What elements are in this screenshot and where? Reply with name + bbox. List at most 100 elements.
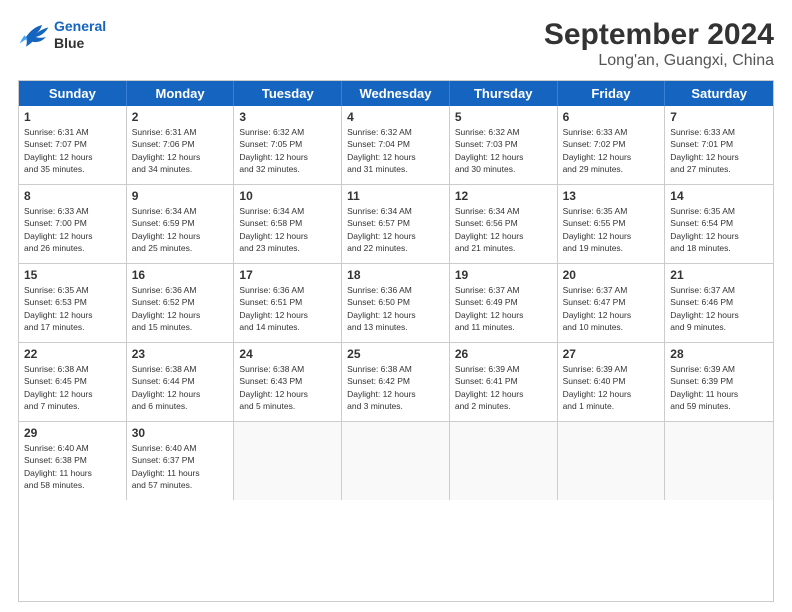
calendar-cell: 1 Sunrise: 6:31 AM Sunset: 7:07 PM Daylig… [19, 106, 127, 184]
day-info: Sunrise: 6:34 AM Sunset: 6:57 PM Dayligh… [347, 205, 444, 254]
day-info: Sunrise: 6:37 AM Sunset: 6:49 PM Dayligh… [455, 284, 552, 333]
day-info: Sunrise: 6:35 AM Sunset: 6:54 PM Dayligh… [670, 205, 768, 254]
header-day-tuesday: Tuesday [234, 81, 342, 106]
calendar-cell: 25 Sunrise: 6:38 AM Sunset: 6:42 PM Dayli… [342, 343, 450, 421]
day-info: Sunrise: 6:39 AM Sunset: 6:41 PM Dayligh… [455, 363, 552, 412]
calendar-cell: 24 Sunrise: 6:38 AM Sunset: 6:43 PM Dayli… [234, 343, 342, 421]
calendar-cell: 28Sunrise: 6:39 AM Sunset: 6:39 PM Dayli… [665, 343, 773, 421]
logo: General Blue [18, 18, 106, 52]
calendar-cell [450, 422, 558, 500]
day-number: 16 [132, 268, 229, 282]
day-info: Sunrise: 6:39 AM Sunset: 6:40 PM Dayligh… [563, 363, 660, 412]
day-number: 4 [347, 110, 444, 124]
calendar-cell: 3 Sunrise: 6:32 AM Sunset: 7:05 PM Daylig… [234, 106, 342, 184]
calendar-cell: 29 Sunrise: 6:40 AM Sunset: 6:38 PM Dayli… [19, 422, 127, 500]
day-number: 11 [347, 189, 444, 203]
calendar-subtitle: Long'an, Guangxi, China [544, 52, 774, 70]
calendar-week-4: 29 Sunrise: 6:40 AM Sunset: 6:38 PM Dayli… [19, 422, 773, 500]
calendar-cell [342, 422, 450, 500]
day-info: Sunrise: 6:33 AM Sunset: 7:02 PM Dayligh… [563, 126, 660, 175]
calendar-cell: 21 Sunrise: 6:37 AM Sunset: 6:46 PM Dayli… [665, 264, 773, 342]
calendar-cell: 13Sunrise: 6:35 AM Sunset: 6:55 PM Dayli… [558, 185, 666, 263]
calendar-cell: 20 Sunrise: 6:37 AM Sunset: 6:47 PM Dayli… [558, 264, 666, 342]
calendar-cell: 10Sunrise: 6:34 AM Sunset: 6:58 PM Dayli… [234, 185, 342, 263]
calendar-body: 1 Sunrise: 6:31 AM Sunset: 7:07 PM Daylig… [19, 106, 773, 500]
calendar-week-0: 1 Sunrise: 6:31 AM Sunset: 7:07 PM Daylig… [19, 106, 773, 185]
day-info: Sunrise: 6:32 AM Sunset: 7:04 PM Dayligh… [347, 126, 444, 175]
day-number: 9 [132, 189, 229, 203]
calendar-week-3: 22Sunrise: 6:38 AM Sunset: 6:45 PM Dayli… [19, 343, 773, 422]
day-info: Sunrise: 6:34 AM Sunset: 6:56 PM Dayligh… [455, 205, 552, 254]
day-number: 7 [670, 110, 768, 124]
logo-text: General Blue [54, 18, 106, 52]
day-info: Sunrise: 6:35 AM Sunset: 6:55 PM Dayligh… [563, 205, 660, 254]
logo-icon [18, 21, 50, 49]
header-day-sunday: Sunday [19, 81, 127, 106]
day-number: 19 [455, 268, 552, 282]
day-number: 18 [347, 268, 444, 282]
day-number: 25 [347, 347, 444, 361]
day-number: 24 [239, 347, 336, 361]
calendar-week-1: 8Sunrise: 6:33 AM Sunset: 7:00 PM Daylig… [19, 185, 773, 264]
day-number: 17 [239, 268, 336, 282]
day-number: 20 [563, 268, 660, 282]
logo-line1: General [54, 18, 106, 34]
calendar-cell: 15Sunrise: 6:35 AM Sunset: 6:53 PM Dayli… [19, 264, 127, 342]
header-day-monday: Monday [127, 81, 235, 106]
calendar-cell: 11 Sunrise: 6:34 AM Sunset: 6:57 PM Dayli… [342, 185, 450, 263]
day-number: 3 [239, 110, 336, 124]
calendar-cell: 23Sunrise: 6:38 AM Sunset: 6:44 PM Dayli… [127, 343, 235, 421]
title-block: September 2024 Long'an, Guangxi, China [544, 18, 774, 70]
header-day-wednesday: Wednesday [342, 81, 450, 106]
day-info: Sunrise: 6:32 AM Sunset: 7:05 PM Dayligh… [239, 126, 336, 175]
calendar-cell: 18 Sunrise: 6:36 AM Sunset: 6:50 PM Dayli… [342, 264, 450, 342]
day-info: Sunrise: 6:37 AM Sunset: 6:46 PM Dayligh… [670, 284, 768, 333]
day-info: Sunrise: 6:40 AM Sunset: 6:38 PM Dayligh… [24, 442, 121, 491]
day-number: 27 [563, 347, 660, 361]
day-info: Sunrise: 6:40 AM Sunset: 6:37 PM Dayligh… [132, 442, 229, 491]
day-info: Sunrise: 6:38 AM Sunset: 6:43 PM Dayligh… [239, 363, 336, 412]
day-number: 12 [455, 189, 552, 203]
calendar-title: September 2024 [544, 18, 774, 52]
day-number: 2 [132, 110, 229, 124]
day-info: Sunrise: 6:38 AM Sunset: 6:44 PM Dayligh… [132, 363, 229, 412]
calendar-cell: 9Sunrise: 6:34 AM Sunset: 6:59 PM Daylig… [127, 185, 235, 263]
day-number: 14 [670, 189, 768, 203]
calendar: SundayMondayTuesdayWednesdayThursdayFrid… [18, 80, 774, 602]
calendar-cell: 7 Sunrise: 6:33 AM Sunset: 7:01 PM Daylig… [665, 106, 773, 184]
calendar-cell: 2Sunrise: 6:31 AM Sunset: 7:06 PM Daylig… [127, 106, 235, 184]
day-info: Sunrise: 6:34 AM Sunset: 6:58 PM Dayligh… [239, 205, 336, 254]
calendar-cell: 27 Sunrise: 6:39 AM Sunset: 6:40 PM Dayli… [558, 343, 666, 421]
day-info: Sunrise: 6:36 AM Sunset: 6:51 PM Dayligh… [239, 284, 336, 333]
day-number: 29 [24, 426, 121, 440]
calendar-cell: 22Sunrise: 6:38 AM Sunset: 6:45 PM Dayli… [19, 343, 127, 421]
day-number: 5 [455, 110, 552, 124]
day-info: Sunrise: 6:39 AM Sunset: 6:39 PM Dayligh… [670, 363, 768, 412]
header-day-friday: Friday [558, 81, 666, 106]
calendar-cell: 16Sunrise: 6:36 AM Sunset: 6:52 PM Dayli… [127, 264, 235, 342]
calendar-cell: 30Sunrise: 6:40 AM Sunset: 6:37 PM Dayli… [127, 422, 235, 500]
calendar-cell [558, 422, 666, 500]
calendar-header: SundayMondayTuesdayWednesdayThursdayFrid… [19, 81, 773, 106]
page: General Blue September 2024 Long'an, Gua… [0, 0, 792, 612]
calendar-cell: 5Sunrise: 6:32 AM Sunset: 7:03 PM Daylig… [450, 106, 558, 184]
calendar-cell: 8Sunrise: 6:33 AM Sunset: 7:00 PM Daylig… [19, 185, 127, 263]
day-info: Sunrise: 6:38 AM Sunset: 6:42 PM Dayligh… [347, 363, 444, 412]
day-number: 21 [670, 268, 768, 282]
day-info: Sunrise: 6:36 AM Sunset: 6:50 PM Dayligh… [347, 284, 444, 333]
day-info: Sunrise: 6:33 AM Sunset: 7:01 PM Dayligh… [670, 126, 768, 175]
calendar-cell: 6Sunrise: 6:33 AM Sunset: 7:02 PM Daylig… [558, 106, 666, 184]
day-info: Sunrise: 6:33 AM Sunset: 7:00 PM Dayligh… [24, 205, 121, 254]
calendar-cell [234, 422, 342, 500]
day-number: 1 [24, 110, 121, 124]
day-info: Sunrise: 6:31 AM Sunset: 7:07 PM Dayligh… [24, 126, 121, 175]
calendar-cell [665, 422, 773, 500]
day-info: Sunrise: 6:37 AM Sunset: 6:47 PM Dayligh… [563, 284, 660, 333]
logo-line2: Blue [54, 35, 106, 52]
calendar-cell: 19 Sunrise: 6:37 AM Sunset: 6:49 PM Dayli… [450, 264, 558, 342]
calendar-cell: 4 Sunrise: 6:32 AM Sunset: 7:04 PM Daylig… [342, 106, 450, 184]
calendar-cell: 26Sunrise: 6:39 AM Sunset: 6:41 PM Dayli… [450, 343, 558, 421]
header-day-thursday: Thursday [450, 81, 558, 106]
calendar-week-2: 15Sunrise: 6:35 AM Sunset: 6:53 PM Dayli… [19, 264, 773, 343]
day-number: 22 [24, 347, 121, 361]
